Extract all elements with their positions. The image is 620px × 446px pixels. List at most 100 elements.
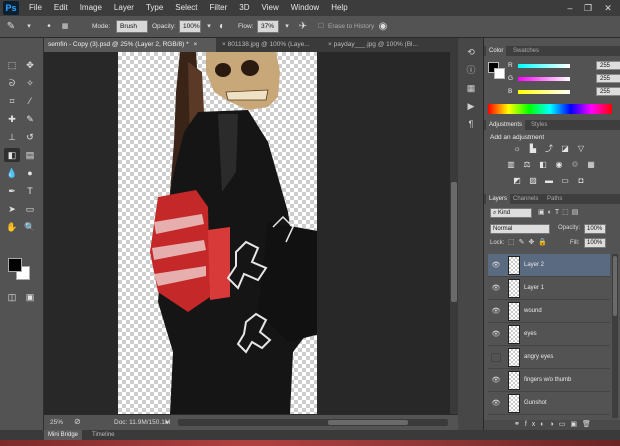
- close-icon[interactable]: ✕: [601, 2, 615, 14]
- tab-color[interactable]: Color: [486, 46, 507, 56]
- layer-row[interactable]: 👁 Gunshot: [488, 392, 610, 415]
- tab-channels[interactable]: Channels: [510, 194, 541, 204]
- channel-mixer-icon[interactable]: ♲: [570, 160, 580, 170]
- hand-icon[interactable]: ✋: [4, 220, 20, 234]
- eye-icon[interactable]: 👁: [491, 307, 501, 316]
- zoom-icon[interactable]: 🔍: [22, 220, 38, 234]
- gradient-map-icon[interactable]: ▭: [560, 176, 570, 186]
- green-slider[interactable]: [518, 77, 570, 81]
- tab-styles[interactable]: Styles: [528, 120, 550, 130]
- type-icon[interactable]: T: [22, 184, 38, 198]
- move-icon[interactable]: ✥: [22, 58, 38, 72]
- exposure-icon[interactable]: ◪: [560, 144, 570, 154]
- paragraph-icon[interactable]: ¶: [464, 118, 478, 130]
- layer-row[interactable]: angry eyes: [488, 346, 610, 369]
- menu-help[interactable]: Help: [325, 0, 353, 16]
- menu-filter[interactable]: Filter: [204, 0, 234, 16]
- tab-close-icon[interactable]: ×: [193, 41, 197, 48]
- lasso-icon[interactable]: ᘐ: [4, 76, 20, 90]
- actions-icon[interactable]: ▶: [464, 100, 478, 112]
- foreground-color-top[interactable]: [8, 258, 22, 272]
- screen-mode-icon[interactable]: ▣: [22, 290, 38, 304]
- gradient-icon[interactable]: ▤: [22, 148, 38, 162]
- tab-close-icon[interactable]: ×: [328, 41, 332, 48]
- eye-hidden-icon[interactable]: [491, 353, 501, 362]
- pen-icon[interactable]: ✒: [4, 184, 20, 198]
- layer-row[interactable]: 👁 Layer 2: [488, 254, 610, 277]
- menu-type[interactable]: Type: [140, 0, 169, 16]
- menu-layer[interactable]: Layer: [108, 0, 140, 16]
- layer-row[interactable]: 👁 fingers w/o thumb: [488, 369, 610, 392]
- history-brush-icon[interactable]: ↺: [22, 130, 38, 144]
- layer-filter-kind[interactable]: ⌕ Kind: [490, 208, 532, 218]
- menu-3d[interactable]: 3D: [233, 0, 255, 16]
- erase-history-checkbox[interactable]: ☐: [314, 20, 328, 34]
- red-slider[interactable]: [518, 64, 570, 68]
- threshold-icon[interactable]: ▬: [544, 176, 554, 186]
- horizontal-scroll-thumb[interactable]: [328, 420, 408, 425]
- mode-select[interactable]: Brush: [116, 20, 148, 33]
- quick-mask-icon[interactable]: ◫: [4, 290, 20, 304]
- crop-icon[interactable]: ⌗: [4, 94, 20, 108]
- photo-filter-icon[interactable]: ◉: [554, 160, 564, 170]
- menu-edit[interactable]: Edit: [48, 0, 74, 16]
- blur-icon[interactable]: 💧: [4, 166, 20, 180]
- brush-icon[interactable]: ✎: [22, 112, 38, 126]
- stamp-icon[interactable]: ⊥: [4, 130, 20, 144]
- green-value[interactable]: 255: [596, 74, 620, 83]
- minimize-icon[interactable]: –: [563, 2, 577, 14]
- posterize-icon[interactable]: ▨: [528, 176, 538, 186]
- menu-image[interactable]: Image: [74, 0, 108, 16]
- tab-paths[interactable]: Paths: [544, 194, 565, 204]
- history-icon[interactable]: ⟲: [464, 46, 478, 58]
- blue-value[interactable]: 255: [596, 87, 620, 96]
- eye-icon[interactable]: 👁: [491, 284, 501, 293]
- menu-file[interactable]: File: [23, 0, 48, 16]
- red-value[interactable]: 255: [596, 61, 620, 70]
- menu-window[interactable]: Window: [285, 0, 325, 16]
- pressure-size-icon[interactable]: ◉: [376, 20, 390, 34]
- eraser-preset-icon[interactable]: ✎: [4, 20, 18, 34]
- blend-mode-select[interactable]: Normal: [490, 224, 550, 234]
- airbrush-icon[interactable]: ✈: [296, 20, 310, 34]
- eye-icon[interactable]: 👁: [491, 261, 501, 270]
- flow-input[interactable]: 37%: [257, 20, 279, 33]
- layer-opacity-input[interactable]: 100%: [584, 224, 606, 234]
- marquee-icon[interactable]: ⬚: [4, 58, 20, 72]
- healing-icon[interactable]: ✚: [4, 112, 20, 126]
- layer-row[interactable]: 👁 Layer 1: [488, 277, 610, 300]
- eyedropper-icon[interactable]: ⁄: [22, 94, 38, 108]
- eye-icon[interactable]: 👁: [491, 330, 501, 339]
- canvas-area[interactable]: [44, 52, 450, 414]
- vertical-scrollbar[interactable]: [450, 52, 458, 414]
- shape-icon[interactable]: ▭: [22, 202, 38, 216]
- pressure-opacity-icon[interactable]: ◐: [215, 20, 229, 34]
- layers-scroll-thumb[interactable]: [613, 256, 617, 316]
- document-canvas[interactable]: [118, 52, 338, 414]
- tab-801138[interactable]: × 801138.jpg @ 100% (Laye...: [218, 38, 322, 52]
- flow-dropdown-icon[interactable]: ▾: [280, 20, 294, 34]
- black-white-icon[interactable]: ◧: [538, 160, 548, 170]
- eye-icon[interactable]: 👁: [491, 399, 501, 408]
- tab-layers[interactable]: Layers: [486, 194, 511, 204]
- color-spectrum-ramp[interactable]: [488, 104, 612, 114]
- preset-dropdown-icon[interactable]: ▾: [22, 20, 36, 34]
- scroll-thumb[interactable]: [451, 182, 457, 302]
- zoom-level[interactable]: 25%: [50, 419, 63, 426]
- layer-filter-icons[interactable]: ▣◐T⬚▤: [538, 208, 608, 218]
- brush-panel-icon[interactable]: ▦: [58, 20, 72, 34]
- menu-view[interactable]: View: [256, 0, 285, 16]
- curves-icon[interactable]: ⤴: [544, 144, 554, 154]
- eraser-icon[interactable]: ◧: [4, 148, 20, 162]
- layer-row[interactable]: 👁 wound: [488, 300, 610, 323]
- menu-select[interactable]: Select: [169, 0, 203, 16]
- quick-select-icon[interactable]: ✧: [22, 76, 38, 90]
- brush-presets-icon[interactable]: ▦: [464, 82, 478, 94]
- brush-size-icon[interactable]: •: [42, 20, 56, 34]
- color-balance-icon[interactable]: ⚖: [522, 160, 532, 170]
- tab-adjustments[interactable]: Adjustments: [486, 120, 526, 130]
- hue-saturation-icon[interactable]: ▥: [506, 160, 516, 170]
- brightness-icon[interactable]: ☼: [512, 144, 522, 154]
- tab-semfin[interactable]: semfin - Copy (3).psd @ 25% (Layer 2, RG…: [44, 38, 216, 52]
- selective-color-icon[interactable]: ◘: [576, 176, 586, 186]
